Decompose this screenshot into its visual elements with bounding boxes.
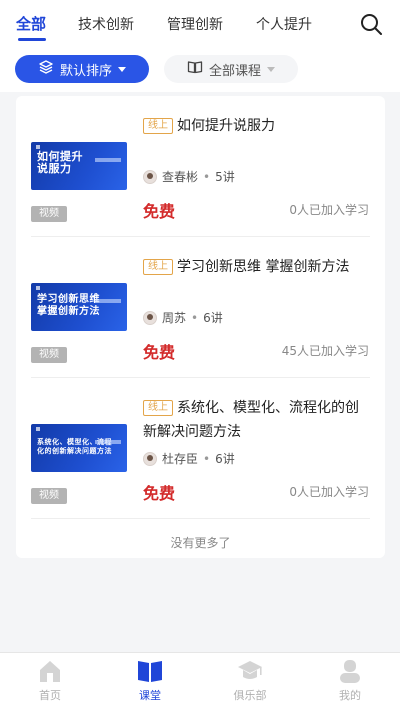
tab-management-innovation[interactable]: 管理创新 <box>167 14 223 34</box>
chevron-down-icon <box>118 66 126 72</box>
teacher-name: 周苏 <box>162 311 187 325</box>
video-badge: 视频 <box>31 206 67 222</box>
joined-count: 45人已加入学习 <box>281 344 369 358</box>
lesson-count: 6讲 <box>215 452 235 466</box>
course-title: 线上 如何提升说服力 <box>143 114 371 138</box>
nav-item-home[interactable]: 首页 <box>20 657 80 703</box>
course-thumbnail: 学习创新思维 掌握创新方法 <box>31 283 127 331</box>
top-tab-bar: 全部 技术创新 管理创新 个人提升 <box>0 0 400 46</box>
video-badge: 视频 <box>31 347 67 363</box>
teacher-info: 周苏 • 6讲 <box>143 309 223 326</box>
course-item[interactable]: 如何提升 说服力 视频 线上 如何提升说服力 查春彬 • 5讲 免费 0人已加入学… <box>16 96 385 237</box>
nav-item-mine[interactable]: 我的 <box>320 657 380 703</box>
sort-label: 默认排序 <box>59 63 112 79</box>
teacher-name: 杜存臣 <box>162 452 199 466</box>
lesson-count: 5讲 <box>215 170 235 184</box>
video-badge: 视频 <box>31 488 67 504</box>
course-item[interactable]: 系统化、模型化、流程 化的创新解决问题方法 视频 线上 系统化、模型化、流程化的创… <box>16 378 385 519</box>
course-item[interactable]: 学习创新思维 掌握创新方法 视频 线上 学习创新思维 掌握创新方法 周苏 • 6讲… <box>16 237 385 378</box>
filter-bar: 默认排序 全部课程 <box>0 46 400 92</box>
teacher-info: 杜存臣 • 6讲 <box>143 450 235 467</box>
course-filter-dropdown-button[interactable]: 全部课程 <box>164 55 298 83</box>
course-price: 免费 <box>143 484 176 503</box>
avatar <box>143 169 157 184</box>
avatar <box>143 451 157 466</box>
online-tag: 线上 <box>143 259 173 275</box>
tab-all[interactable]: 全部 <box>16 13 46 34</box>
user-icon <box>320 657 380 685</box>
open-book-icon <box>187 59 203 79</box>
course-filter-label: 全部课程 <box>208 63 261 79</box>
course-price: 免费 <box>143 343 176 362</box>
course-price: 免费 <box>143 202 176 221</box>
teacher-info: 查春彬 • 5讲 <box>143 168 235 185</box>
course-title: 线上 学习创新思维 掌握创新方法 <box>143 255 371 279</box>
no-more-text: 没有更多了 <box>170 536 231 550</box>
course-list: 如何提升 说服力 视频 线上 如何提升说服力 查春彬 • 5讲 免费 0人已加入学… <box>16 96 385 558</box>
bottom-nav-bar: 首页 课堂 俱乐部 我的 <box>0 652 400 711</box>
active-tab-indicator <box>18 38 46 41</box>
course-title: 线上 系统化、模型化、流程化的创新解决问题方法 <box>143 400 359 440</box>
chevron-down-icon <box>267 66 275 72</box>
course-thumbnail: 如何提升 说服力 <box>31 142 127 190</box>
online-tag: 线上 <box>143 400 173 416</box>
lesson-count: 6讲 <box>203 311 223 325</box>
joined-count: 0人已加入学习 <box>289 485 369 499</box>
divider <box>31 518 370 519</box>
online-tag: 线上 <box>143 118 173 134</box>
tab-personal-growth[interactable]: 个人提升 <box>256 14 312 34</box>
teacher-name: 查春彬 <box>162 170 199 184</box>
book-icon <box>120 657 180 685</box>
home-icon <box>20 657 80 685</box>
avatar <box>143 310 157 325</box>
course-thumbnail: 系统化、模型化、流程 化的创新解决问题方法 <box>31 424 127 472</box>
joined-count: 0人已加入学习 <box>289 203 369 217</box>
tab-tech-innovation[interactable]: 技术创新 <box>78 14 134 34</box>
sort-dropdown-button[interactable]: 默认排序 <box>15 55 149 83</box>
graduation-cap-icon <box>220 657 280 685</box>
nav-item-classroom[interactable]: 课堂 <box>120 657 180 703</box>
nav-item-club[interactable]: 俱乐部 <box>220 657 280 703</box>
search-icon[interactable] <box>359 12 383 36</box>
layers-icon <box>38 59 54 79</box>
